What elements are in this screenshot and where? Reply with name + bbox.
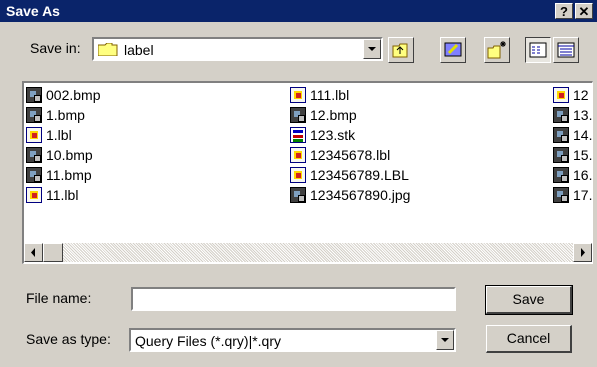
save-in-value: label [124,42,154,58]
bitmap-file-icon [290,187,306,203]
horizontal-scrollbar[interactable] [24,243,592,262]
file-name: 15. [573,147,593,163]
file-name: 17. [573,187,593,203]
scrollbar-thumb[interactable] [43,243,63,262]
file-name: 14. [573,127,593,143]
file-name-input[interactable] [131,287,456,311]
new-folder-icon [487,41,506,59]
list-view-button[interactable] [525,37,551,63]
file-name: 12345678.lbl [310,147,391,163]
bitmap-file-icon [553,127,569,143]
title-bar: Save As ? ✕ [0,0,597,22]
list-view-icon [529,42,547,58]
save-as-type-value: Query Files (*.qry)|*.qry [135,333,281,349]
file-name: 1.bmp [46,107,85,123]
file-name: 10.bmp [46,147,93,163]
bitmap-file-icon [26,167,42,183]
file-name: 16. [573,167,593,183]
new-folder-button[interactable] [484,37,510,63]
arrow-right-icon [581,248,585,257]
bitmap-file-icon [553,187,569,203]
desktop-icon [444,42,462,57]
file-name: 13. [573,107,593,123]
file-name: 123.stk [310,127,356,143]
save-in-label: Save in: [30,40,81,56]
up-one-level-button[interactable] [388,37,414,63]
window-title: Save As [6,3,60,19]
file-name: 002.bmp [46,87,101,103]
file-name: 123456789.LBL [310,167,409,183]
help-button[interactable]: ? [555,3,573,19]
file-name: 12.bmp [310,107,357,123]
bitmap-file-icon [290,107,306,123]
bitmap-file-icon [553,147,569,163]
label-file-icon [553,87,569,103]
chevron-down-icon[interactable] [363,39,381,59]
file-name: 1234567890.jpg [310,187,411,203]
up-one-level-icon [392,43,408,58]
stack-file-icon [290,127,306,143]
scroll-left-button[interactable] [24,243,43,262]
scroll-right-button[interactable] [573,243,592,262]
label-file-icon [290,167,306,183]
chevron-down-icon[interactable] [436,330,454,350]
folder-icon [97,42,118,57]
bitmap-file-icon [26,87,42,103]
bitmap-file-icon [26,147,42,163]
details-view-button[interactable] [553,37,579,63]
save-button[interactable]: Save [485,285,573,315]
file-name-label: File name: [26,290,92,306]
desktop-button[interactable] [440,37,466,63]
file-name: 111.lbl [310,87,350,103]
label-file-icon [290,147,306,163]
file-name: 11.bmp [46,167,92,183]
label-file-icon [26,187,42,203]
save-as-type-dropdown[interactable]: Query Files (*.qry)|*.qry [129,328,456,352]
file-name: 11.lbl [46,187,79,203]
details-view-icon [557,42,575,58]
arrow-left-icon [31,248,35,257]
bitmap-file-icon [553,107,569,123]
save-as-type-label: Save as type: [26,331,111,347]
bitmap-file-icon [26,107,42,123]
close-button[interactable]: ✕ [575,3,593,19]
file-name: 12 [573,87,589,103]
cancel-button[interactable]: Cancel [486,325,572,353]
save-in-dropdown[interactable]: label [92,37,383,61]
file-name: 1.lbl [46,127,72,143]
label-file-icon [290,87,306,103]
file-list[interactable]: 002.bmp 1.bmp 1.lbl 10.bmp 11.bmp 11.lbl… [22,81,593,264]
label-file-icon [26,127,42,143]
bitmap-file-icon [553,167,569,183]
